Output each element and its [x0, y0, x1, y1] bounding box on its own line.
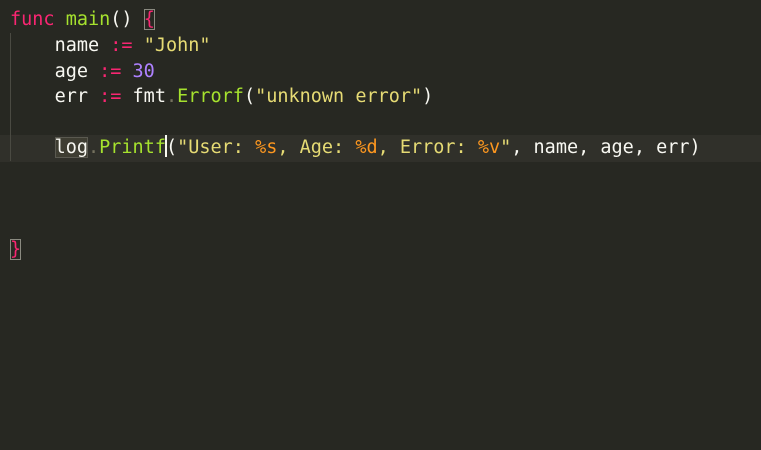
code-line-4[interactable]: err := fmt.Errorf("unknown error") — [10, 84, 434, 110]
code-line-3[interactable]: age := 30 — [10, 59, 155, 85]
code-line-6[interactable]: log.Printf("User: %s, Age: %d, Error: %v… — [10, 135, 701, 161]
comma: , — [578, 137, 601, 158]
format-verb-s: %s — [255, 137, 278, 158]
assign-operator: := — [99, 86, 122, 107]
code-editor[interactable]: func main() { name := "John" age := 30 e… — [0, 0, 761, 450]
string-part: , Error: — [377, 137, 478, 158]
string-part: , Age: — [277, 137, 356, 158]
paren-close: ) — [422, 86, 434, 107]
parens: () — [110, 9, 133, 30]
string-literal: "John" — [143, 35, 211, 56]
paren-open: ( — [243, 86, 256, 107]
comma: , — [511, 137, 534, 158]
arg-err: err — [656, 137, 690, 158]
paren-open: ( — [165, 137, 178, 158]
code-line-2[interactable]: name := "John" — [10, 33, 211, 59]
string-part: " — [500, 137, 512, 158]
dot: . — [165, 86, 178, 107]
code-line-10[interactable]: } — [10, 237, 22, 263]
string-part: "User: — [177, 137, 256, 158]
assign-operator: := — [99, 61, 122, 82]
assign-operator: := — [110, 35, 133, 56]
function-call-errorf: Errorf — [177, 86, 244, 107]
number-literal: 30 — [132, 61, 155, 82]
format-verb-v: %v — [477, 137, 501, 158]
function-name: main — [65, 9, 111, 30]
dot: . — [87, 137, 100, 158]
string-literal: "unknown error" — [255, 86, 423, 107]
identifier-err: err — [54, 86, 88, 107]
open-brace: { — [143, 9, 155, 30]
arg-age: age — [600, 137, 634, 158]
package-fmt: fmt — [132, 86, 166, 107]
package-log: log — [54, 137, 88, 158]
keyword-func: func — [10, 9, 55, 30]
format-verb-d: %d — [355, 137, 378, 158]
identifier-name: name — [54, 35, 100, 56]
comma: , — [633, 137, 657, 158]
paren-close: ) — [689, 137, 701, 158]
arg-name: name — [533, 137, 579, 158]
code-line-1[interactable]: func main() { — [10, 7, 155, 33]
function-call-printf: Printf — [99, 137, 166, 158]
close-brace: } — [10, 239, 22, 260]
identifier-age: age — [54, 61, 88, 82]
